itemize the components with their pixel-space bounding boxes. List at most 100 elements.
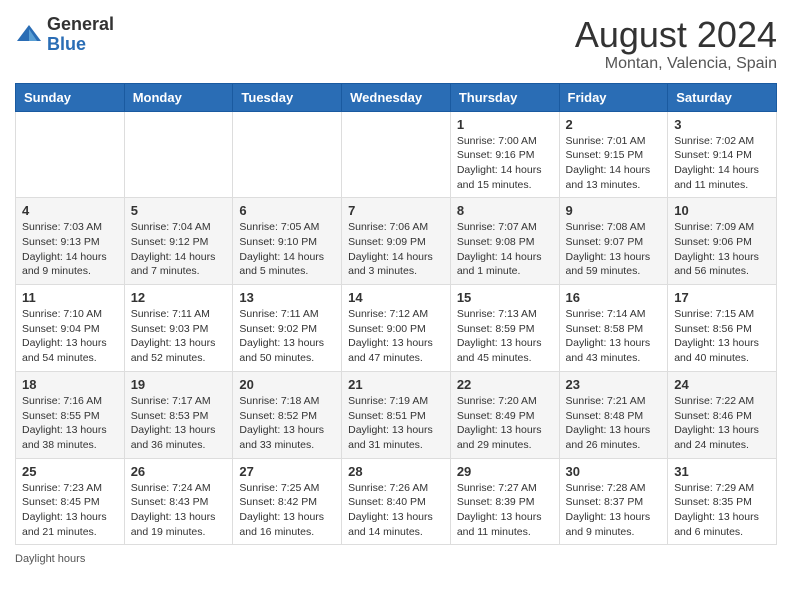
day-info: Sunrise: 7:17 AM Sunset: 8:53 PM Dayligh… xyxy=(131,394,227,453)
day-info: Sunrise: 7:05 AM Sunset: 9:10 PM Dayligh… xyxy=(239,220,335,279)
day-headers-row: SundayMondayTuesdayWednesdayThursdayFrid… xyxy=(16,83,777,111)
month-year-title: August 2024 xyxy=(575,15,777,55)
calendar-cell xyxy=(233,111,342,198)
calendar-week-2: 4 Sunrise: 7:03 AM Sunset: 9:13 PM Daylig… xyxy=(16,198,777,285)
calendar-cell: 7Sunrise: 7:06 AM Sunset: 9:09 PM Daylig… xyxy=(342,198,451,285)
calendar-cell: 16Sunrise: 7:14 AM Sunset: 8:58 PM Dayli… xyxy=(559,285,668,372)
calendar-cell: 4 Sunrise: 7:03 AM Sunset: 9:13 PM Daylig… xyxy=(16,198,125,285)
day-info: Sunrise: 7:10 AM Sunset: 9:04 PM Dayligh… xyxy=(22,307,118,366)
day-header-thursday: Thursday xyxy=(450,83,559,111)
day-number: 4 xyxy=(22,203,118,218)
calendar-cell: 26 Sunrise: 7:24 AM Sunset: 8:43 PM Dayli… xyxy=(124,458,233,545)
day-number: 24 xyxy=(674,377,770,392)
day-number: 17 xyxy=(674,290,770,305)
calendar-cell: 28Sunrise: 7:26 AM Sunset: 8:40 PM Dayli… xyxy=(342,458,451,545)
calendar-cell: 3 Sunrise: 7:02 AM Sunset: 9:14 PM Daylig… xyxy=(668,111,777,198)
calendar-cell: 27 Sunrise: 7:25 AM Sunset: 8:42 PM Dayli… xyxy=(233,458,342,545)
day-info: Sunrise: 7:16 AM Sunset: 8:55 PM Dayligh… xyxy=(22,394,118,453)
calendar-cell: 29 Sunrise: 7:27 AM Sunset: 8:39 PM Dayli… xyxy=(450,458,559,545)
calendar-cell: 22Sunrise: 7:20 AM Sunset: 8:49 PM Dayli… xyxy=(450,371,559,458)
day-info: Sunrise: 7:21 AM Sunset: 8:48 PM Dayligh… xyxy=(566,394,662,453)
day-info: Sunrise: 7:04 AM Sunset: 9:12 PM Dayligh… xyxy=(131,220,227,279)
day-info: Sunrise: 7:12 AM Sunset: 9:00 PM Dayligh… xyxy=(348,307,444,366)
calendar-cell xyxy=(342,111,451,198)
footer: Daylight hours xyxy=(15,553,777,565)
day-number: 20 xyxy=(239,377,335,392)
calendar-cell: 13Sunrise: 7:11 AM Sunset: 9:02 PM Dayli… xyxy=(233,285,342,372)
day-header-wednesday: Wednesday xyxy=(342,83,451,111)
page-header: General Blue August 2024 Montan, Valenci… xyxy=(15,15,777,73)
calendar-cell: 17 Sunrise: 7:15 AM Sunset: 8:56 PM Dayli… xyxy=(668,285,777,372)
day-info: Sunrise: 7:29 AM Sunset: 8:35 PM Dayligh… xyxy=(674,481,770,540)
day-info: Sunrise: 7:03 AM Sunset: 9:13 PM Dayligh… xyxy=(22,220,118,279)
day-info: Sunrise: 7:06 AM Sunset: 9:09 PM Dayligh… xyxy=(348,220,444,279)
day-number: 16 xyxy=(566,290,662,305)
calendar-cell: 11Sunrise: 7:10 AM Sunset: 9:04 PM Dayli… xyxy=(16,285,125,372)
calendar-cell: 24 Sunrise: 7:22 AM Sunset: 8:46 PM Dayli… xyxy=(668,371,777,458)
day-info: Sunrise: 7:27 AM Sunset: 8:39 PM Dayligh… xyxy=(457,481,553,540)
calendar-cell: 10 Sunrise: 7:09 AM Sunset: 9:06 PM Dayli… xyxy=(668,198,777,285)
day-info: Sunrise: 7:13 AM Sunset: 8:59 PM Dayligh… xyxy=(457,307,553,366)
calendar-week-3: 11Sunrise: 7:10 AM Sunset: 9:04 PM Dayli… xyxy=(16,285,777,372)
calendar-cell: 15 Sunrise: 7:13 AM Sunset: 8:59 PM Dayli… xyxy=(450,285,559,372)
day-number: 27 xyxy=(239,464,335,479)
calendar-cell xyxy=(124,111,233,198)
day-number: 28 xyxy=(348,464,444,479)
calendar-cell: 14 Sunrise: 7:12 AM Sunset: 9:00 PM Dayli… xyxy=(342,285,451,372)
day-number: 6 xyxy=(239,203,335,218)
day-header-tuesday: Tuesday xyxy=(233,83,342,111)
day-header-monday: Monday xyxy=(124,83,233,111)
day-number: 29 xyxy=(457,464,553,479)
day-number: 5 xyxy=(131,203,227,218)
calendar-cell: 20Sunrise: 7:18 AM Sunset: 8:52 PM Dayli… xyxy=(233,371,342,458)
calendar-cell: 2Sunrise: 7:01 AM Sunset: 9:15 PM Daylig… xyxy=(559,111,668,198)
day-number: 23 xyxy=(566,377,662,392)
day-info: Sunrise: 7:25 AM Sunset: 8:42 PM Dayligh… xyxy=(239,481,335,540)
calendar-cell: 12Sunrise: 7:11 AM Sunset: 9:03 PM Dayli… xyxy=(124,285,233,372)
calendar-cell: 1Sunrise: 7:00 AM Sunset: 9:16 PM Daylig… xyxy=(450,111,559,198)
calendar-cell: 25 Sunrise: 7:23 AM Sunset: 8:45 PM Dayli… xyxy=(16,458,125,545)
day-info: Sunrise: 7:01 AM Sunset: 9:15 PM Dayligh… xyxy=(566,134,662,193)
day-info: Sunrise: 7:02 AM Sunset: 9:14 PM Dayligh… xyxy=(674,134,770,193)
day-header-sunday: Sunday xyxy=(16,83,125,111)
logo-blue-text: Blue xyxy=(47,35,114,55)
day-info: Sunrise: 7:19 AM Sunset: 8:51 PM Dayligh… xyxy=(348,394,444,453)
day-number: 3 xyxy=(674,117,770,132)
day-number: 15 xyxy=(457,290,553,305)
logo-general: General xyxy=(47,15,114,35)
day-number: 22 xyxy=(457,377,553,392)
day-number: 19 xyxy=(131,377,227,392)
day-info: Sunrise: 7:11 AM Sunset: 9:02 PM Dayligh… xyxy=(239,307,335,366)
day-number: 9 xyxy=(566,203,662,218)
day-info: Sunrise: 7:24 AM Sunset: 8:43 PM Dayligh… xyxy=(131,481,227,540)
day-number: 21 xyxy=(348,377,444,392)
calendar-cell: 8Sunrise: 7:07 AM Sunset: 9:08 PM Daylig… xyxy=(450,198,559,285)
day-number: 30 xyxy=(566,464,662,479)
day-number: 18 xyxy=(22,377,118,392)
logo-icon xyxy=(15,21,43,49)
logo: General Blue xyxy=(15,15,114,55)
day-info: Sunrise: 7:07 AM Sunset: 9:08 PM Dayligh… xyxy=(457,220,553,279)
day-header-friday: Friday xyxy=(559,83,668,111)
day-info: Sunrise: 7:28 AM Sunset: 8:37 PM Dayligh… xyxy=(566,481,662,540)
day-number: 12 xyxy=(131,290,227,305)
day-info: Sunrise: 7:09 AM Sunset: 9:06 PM Dayligh… xyxy=(674,220,770,279)
day-number: 10 xyxy=(674,203,770,218)
daylight-label: Daylight hours xyxy=(15,553,85,565)
day-info: Sunrise: 7:15 AM Sunset: 8:56 PM Dayligh… xyxy=(674,307,770,366)
day-number: 31 xyxy=(674,464,770,479)
day-info: Sunrise: 7:22 AM Sunset: 8:46 PM Dayligh… xyxy=(674,394,770,453)
day-info: Sunrise: 7:08 AM Sunset: 9:07 PM Dayligh… xyxy=(566,220,662,279)
calendar-cell: 6 Sunrise: 7:05 AM Sunset: 9:10 PM Daylig… xyxy=(233,198,342,285)
calendar-cell: 21 Sunrise: 7:19 AM Sunset: 8:51 PM Dayli… xyxy=(342,371,451,458)
day-header-saturday: Saturday xyxy=(668,83,777,111)
calendar-week-4: 18 Sunrise: 7:16 AM Sunset: 8:55 PM Dayli… xyxy=(16,371,777,458)
calendar-cell: 19 Sunrise: 7:17 AM Sunset: 8:53 PM Dayli… xyxy=(124,371,233,458)
logo-text: General Blue xyxy=(47,15,114,55)
calendar-cell: 5 Sunrise: 7:04 AM Sunset: 9:12 PM Daylig… xyxy=(124,198,233,285)
day-number: 14 xyxy=(348,290,444,305)
day-number: 26 xyxy=(131,464,227,479)
day-number: 25 xyxy=(22,464,118,479)
location-text: Montan, Valencia, Spain xyxy=(575,55,777,73)
day-info: Sunrise: 7:23 AM Sunset: 8:45 PM Dayligh… xyxy=(22,481,118,540)
